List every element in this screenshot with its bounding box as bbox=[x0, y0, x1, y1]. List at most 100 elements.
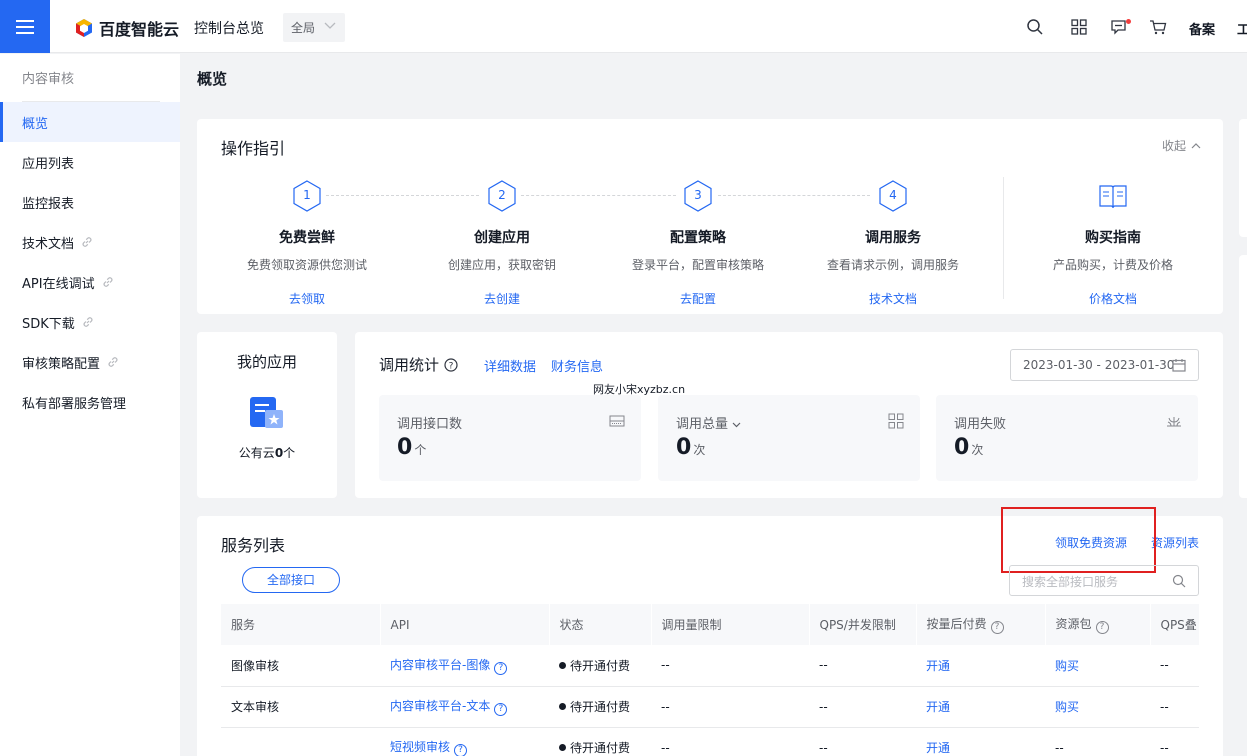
my-apps-title: 我的应用 bbox=[236, 353, 297, 371]
purchase-guide-desc: 产品购买，计费及价格 bbox=[1052, 258, 1173, 272]
work-order-link[interactable]: 工 bbox=[1237, 19, 1247, 38]
top-bar: 百度智能云 控制台总览 全局 备案 工 bbox=[0, 0, 1247, 53]
help-icon[interactable]: ? bbox=[494, 661, 508, 675]
chevron-up-icon bbox=[1191, 143, 1201, 149]
right-panel-edge bbox=[1239, 119, 1247, 237]
date-range-value: 2023-01-30 - 2023-01-30 bbox=[1023, 358, 1175, 372]
filter-all-interfaces-button[interactable]: 全部接口 bbox=[242, 567, 340, 593]
products-grid-icon[interactable] bbox=[1070, 18, 1088, 36]
service-cell: 文本审核 bbox=[221, 686, 380, 728]
column-header: QPS叠 bbox=[1150, 604, 1200, 645]
sidebar-item-label: 概览 bbox=[22, 116, 49, 132]
sidebar-item-monitoring[interactable]: 监控报表 bbox=[0, 182, 180, 222]
status-dot-icon bbox=[559, 661, 566, 669]
guide-title: 操作指引 bbox=[221, 139, 286, 158]
call-stats-title: 调用统计 bbox=[379, 356, 440, 374]
baidu-cloud-logo-icon bbox=[76, 19, 92, 37]
status-cell: 待开通付费 bbox=[549, 645, 651, 687]
help-icon[interactable]: ? bbox=[1095, 621, 1109, 634]
api-link[interactable]: 内容审核平台-图像 bbox=[390, 658, 490, 672]
enable-postpaid-link[interactable]: 开通 bbox=[926, 700, 950, 714]
api-cell: 内容审核平台-图像? bbox=[380, 645, 549, 687]
app-count: 0 bbox=[274, 446, 284, 460]
column-header: 调用量限制 bbox=[651, 604, 810, 645]
price-docs-link[interactable]: 价格文档 bbox=[1023, 290, 1203, 307]
buy-package-link[interactable]: 购买 bbox=[1055, 659, 1079, 673]
search-icon[interactable] bbox=[1026, 18, 1044, 36]
step-name: 配置策略 bbox=[670, 230, 726, 246]
table-row: 短视频审核? 待开通付费 -- -- 开通 -- -- bbox=[221, 727, 1199, 756]
sidebar-item-app-list[interactable]: 应用列表 bbox=[0, 142, 180, 182]
chevron-down-icon bbox=[324, 19, 336, 34]
table-header-row: 服务 API 状态 调用量限制 QPS/并发限制 按量后付费? 资源包? QPS… bbox=[221, 604, 1200, 645]
enable-postpaid-link[interactable]: 开通 bbox=[926, 659, 950, 673]
sidebar-item-sdk-download[interactable]: SDK下载 bbox=[0, 302, 180, 342]
stat-value: 0个 bbox=[397, 435, 427, 460]
sidebar-item-tech-docs[interactable]: 技术文档 bbox=[0, 222, 180, 262]
brand-logo[interactable]: 百度智能云 bbox=[74, 16, 179, 40]
limit-cell: -- bbox=[651, 727, 809, 756]
help-icon[interactable]: ? bbox=[494, 703, 508, 716]
qps-stack-cell: -- bbox=[1150, 727, 1199, 756]
search-interface-input[interactable]: 搜索全部接口服务 bbox=[1009, 565, 1199, 596]
console-overview-link[interactable]: 控制台总览 bbox=[194, 18, 264, 38]
qps-cell: -- bbox=[809, 727, 916, 756]
date-range-picker[interactable]: 2023-01-30 - 2023-01-30 bbox=[1010, 349, 1199, 381]
stat-label-with-dropdown[interactable]: 调用总量 bbox=[676, 413, 741, 432]
sidebar-item-label: 私有部署服务管理 bbox=[22, 396, 127, 412]
service-cell bbox=[221, 727, 380, 756]
step-number-hex-icon: 4 bbox=[878, 180, 908, 212]
step-number-hex-icon: 1 bbox=[292, 180, 322, 212]
postpaid-cell: 开通 bbox=[916, 686, 1045, 728]
message-badge-dot bbox=[1126, 19, 1131, 24]
page-title: 概览 bbox=[197, 70, 228, 88]
sidebar-item-api-debug[interactable]: API在线调试 bbox=[0, 262, 180, 302]
guide-divider bbox=[1003, 177, 1004, 299]
sidebar-item-strategy-config[interactable]: 审核策略配置 bbox=[0, 342, 180, 382]
help-icon[interactable]: ? bbox=[454, 744, 468, 756]
tech-docs-link[interactable]: 技术文档 bbox=[803, 290, 983, 307]
qps-stack-cell: -- bbox=[1150, 686, 1199, 728]
sidebar-product-title: 内容审核 bbox=[22, 72, 75, 87]
step-number-hex-icon: 3 bbox=[683, 180, 713, 212]
finance-info-link[interactable]: 财务信息 bbox=[551, 356, 603, 375]
public-cloud-count: 公有云0个 bbox=[197, 444, 337, 461]
sidebar-item-private-deploy[interactable]: 私有部署服务管理 bbox=[0, 382, 180, 422]
enable-postpaid-link[interactable]: 开通 bbox=[926, 741, 950, 755]
create-app-link[interactable]: 去创建 bbox=[412, 290, 592, 307]
book-icon bbox=[1098, 180, 1128, 212]
collapse-toggle[interactable]: 收起 bbox=[1162, 137, 1201, 154]
help-icon[interactable]: ? bbox=[444, 357, 458, 372]
external-link-icon bbox=[83, 317, 93, 327]
sidebar-item-overview[interactable]: 概览 bbox=[0, 102, 180, 142]
guide-step-4: 4 调用服务 查看请求示例，调用服务 技术文档 bbox=[803, 180, 983, 307]
get-free-link[interactable]: 去领取 bbox=[217, 290, 397, 307]
sidebar-item-label: 审核策略配置 bbox=[22, 356, 101, 372]
region-select[interactable]: 全局 bbox=[283, 13, 345, 42]
status-cell: 待开通付费 bbox=[549, 727, 651, 756]
right-panel-edge bbox=[1239, 255, 1247, 498]
api-cell: 短视频审核? bbox=[380, 727, 549, 756]
api-link[interactable]: 短视频审核 bbox=[390, 740, 450, 754]
brand-name: 百度智能云 bbox=[99, 20, 180, 39]
cart-icon[interactable] bbox=[1149, 18, 1167, 36]
step-number-hex-icon: 2 bbox=[487, 180, 517, 212]
app-document-icon bbox=[250, 397, 283, 428]
sidebar-item-label: 应用列表 bbox=[22, 156, 75, 172]
search-icon[interactable] bbox=[1172, 574, 1186, 588]
menu-button[interactable] bbox=[0, 0, 50, 53]
buy-package-link[interactable]: 购买 bbox=[1055, 700, 1079, 714]
api-link[interactable]: 内容审核平台-文本 bbox=[390, 699, 490, 713]
filing-link[interactable]: 备案 bbox=[1189, 19, 1215, 38]
configure-link[interactable]: 去配置 bbox=[608, 290, 788, 307]
resource-list-link[interactable]: 资源列表 bbox=[1151, 534, 1199, 551]
column-header: 状态 bbox=[549, 604, 652, 645]
stat-value: 0次 bbox=[954, 435, 984, 460]
external-link-icon bbox=[82, 237, 92, 247]
help-icon[interactable]: ? bbox=[990, 621, 1004, 634]
table-row: 图像审核 内容审核平台-图像? 待开通付费 -- -- 开通 购买 -- bbox=[221, 645, 1199, 687]
column-header-postpaid: 按量后付费? bbox=[916, 604, 1046, 645]
public-cloud-label: 公有云 bbox=[238, 446, 275, 460]
detail-data-link[interactable]: 详细数据 bbox=[484, 356, 536, 375]
package-cell: 购买 bbox=[1045, 645, 1150, 687]
